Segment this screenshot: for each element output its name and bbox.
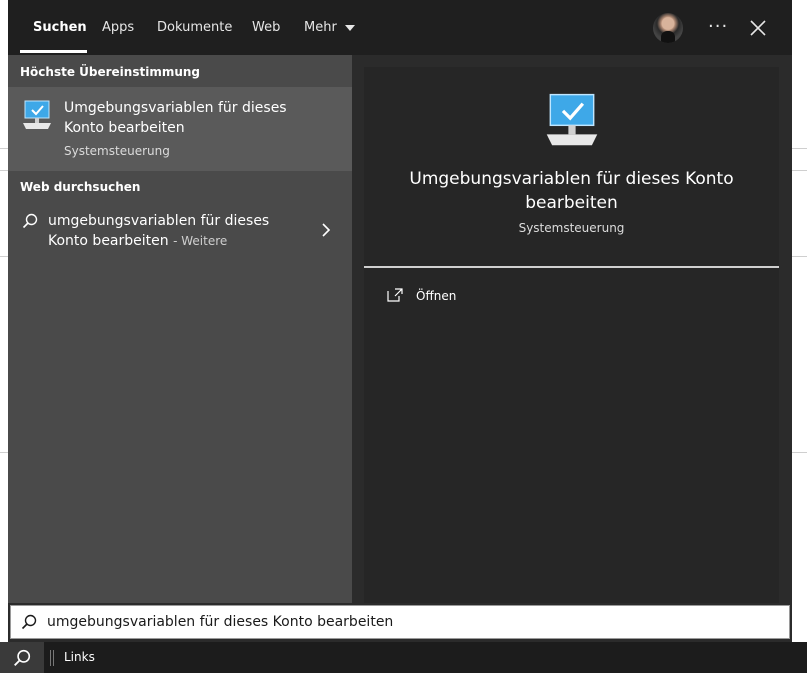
links-toolbar[interactable]: Links bbox=[64, 650, 95, 664]
preview-title: Umgebungsvariablen für dieses Konto bear… bbox=[409, 169, 734, 213]
web-search-more: - Weitere bbox=[173, 234, 228, 248]
search-icon bbox=[22, 213, 38, 229]
best-match-result[interactable]: Umgebungsvariablen für dieses Konto bear… bbox=[8, 87, 352, 171]
best-match-title: Umgebungsvariablen für dieses Konto bear… bbox=[64, 100, 287, 136]
preview-divider bbox=[364, 266, 779, 268]
user-avatar[interactable] bbox=[653, 13, 683, 43]
toolbar-grip[interactable] bbox=[53, 650, 54, 666]
active-tab-indicator bbox=[20, 50, 87, 53]
preview-pane: Umgebungsvariablen für dieses Konto bear… bbox=[364, 67, 779, 603]
search-box[interactable] bbox=[10, 605, 790, 639]
tab-web[interactable]: Web bbox=[252, 0, 280, 55]
best-match-subtitle: Systemsteuerung bbox=[64, 144, 170, 158]
more-options-icon[interactable]: ··· bbox=[708, 16, 728, 37]
tab-apps[interactable]: Apps bbox=[102, 0, 134, 55]
taskbar-search-button[interactable] bbox=[0, 642, 44, 673]
web-search-query: umgebungsvariablen für dieses Konto bear… bbox=[48, 213, 270, 249]
control-panel-monitor-icon bbox=[546, 93, 598, 146]
tab-dokumente[interactable]: Dokumente bbox=[157, 0, 232, 55]
toolbar-grip[interactable] bbox=[50, 650, 51, 666]
open-external-icon bbox=[387, 288, 403, 302]
search-icon bbox=[14, 649, 31, 666]
section-best-match: Höchste Übereinstimmung bbox=[20, 65, 200, 79]
open-action-label: Öffnen bbox=[416, 289, 457, 303]
section-web-search: Web durchsuchen bbox=[20, 180, 141, 194]
tab-suchen[interactable]: Suchen bbox=[33, 0, 87, 55]
tab-mehr-label: Mehr bbox=[304, 20, 337, 35]
web-search-text: umgebungsvariablen für dieses Konto bear… bbox=[48, 211, 288, 251]
chevron-right-icon[interactable] bbox=[321, 223, 331, 237]
taskbar: Links bbox=[0, 642, 807, 673]
caret-down-icon bbox=[344, 24, 355, 31]
web-search-result[interactable]: umgebungsvariablen für dieses Konto bear… bbox=[8, 205, 352, 257]
search-icon bbox=[21, 614, 37, 630]
close-icon[interactable] bbox=[746, 16, 770, 40]
results-list: Höchste Übereinstimmung Umgebungsvariabl… bbox=[8, 55, 352, 603]
search-tabs: Suchen Apps Dokumente Web Mehr ··· bbox=[8, 0, 792, 55]
control-panel-monitor-icon bbox=[23, 100, 51, 129]
preview-subtitle: Systemsteuerung bbox=[518, 221, 625, 235]
start-search-panel: Suchen Apps Dokumente Web Mehr ··· Höchs… bbox=[8, 0, 792, 642]
search-input[interactable] bbox=[47, 612, 747, 632]
tab-mehr[interactable]: Mehr bbox=[304, 0, 355, 55]
